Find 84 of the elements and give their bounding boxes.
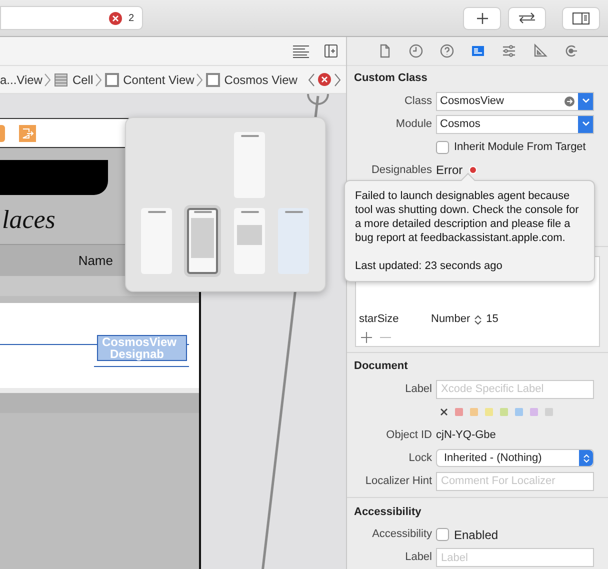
attribute-key: starSize xyxy=(359,311,431,328)
checkbox-label: Enabled xyxy=(454,526,498,544)
storyboard-thumbnail[interactable] xyxy=(187,208,218,274)
field-label: Accessibility xyxy=(371,527,433,542)
color-swatch[interactable] xyxy=(470,408,478,416)
chevron-right-icon xyxy=(95,72,104,86)
error-message: Failed to launch designables agent because tool was shutting down. Check the console for a more detailed description and please file a bug report at feedbackassistant.apple.com. xyxy=(355,189,580,245)
error-icon[interactable] xyxy=(318,73,331,86)
swap-arrows-button[interactable] xyxy=(508,6,546,30)
inherit-checkbox[interactable] xyxy=(436,140,449,154)
add-icon[interactable] xyxy=(361,332,372,344)
color-swatch[interactable] xyxy=(485,408,493,416)
dropdown-value: Inherited - (Nothing) xyxy=(444,450,543,466)
sliders-icon[interactable] xyxy=(500,43,516,59)
class-combo-field[interactable]: CosmosView xyxy=(436,92,594,110)
error-icon xyxy=(109,12,122,24)
chevron-right-icon xyxy=(196,72,204,86)
chevron-left-icon[interactable] xyxy=(307,72,315,86)
storyboard-thumbnail[interactable] xyxy=(278,208,309,274)
localizer-hint-field[interactable]: Comment For Localizer xyxy=(436,472,594,490)
field-label: Label xyxy=(404,382,433,397)
field-value: CosmosView xyxy=(440,94,505,109)
section-title: Document xyxy=(354,359,409,374)
chevron-right-icon[interactable] xyxy=(334,72,342,86)
breadcrumb-item[interactable]: Content View xyxy=(105,70,194,88)
last-updated-text: Last updated: 23 seconds ago xyxy=(355,259,504,273)
checkbox-label: Inherit Module From Target xyxy=(454,140,586,155)
column-header: Name xyxy=(78,252,113,270)
field-value: Cosmos xyxy=(440,116,482,132)
breadcrumb-item[interactable]: Cell xyxy=(54,70,94,88)
view-icon xyxy=(105,72,120,86)
view-class-label: CosmosView xyxy=(102,336,178,348)
view-icon xyxy=(206,72,220,86)
color-swatch[interactable] xyxy=(455,408,463,416)
lock-dropdown[interactable]: Inherited - (Nothing) xyxy=(436,449,594,467)
field-label: Object ID xyxy=(385,428,433,443)
field-label: Label xyxy=(404,550,433,566)
lines-icon[interactable] xyxy=(292,44,310,58)
activity-field[interactable]: 2 xyxy=(0,6,143,30)
clock-icon[interactable] xyxy=(408,43,424,59)
clear-color-icon[interactable] xyxy=(440,408,448,416)
chevron-right-icon xyxy=(44,72,52,86)
color-swatch[interactable] xyxy=(545,408,553,416)
attribute-value: 15 xyxy=(486,312,498,328)
add-button[interactable] xyxy=(463,6,501,30)
module-combo-field[interactable]: Cosmos xyxy=(436,114,594,134)
section-title: Accessibility xyxy=(354,504,422,520)
label-field[interactable]: Xcode Specific Label xyxy=(436,380,594,398)
plus-icon xyxy=(476,12,488,24)
breadcrumb-item[interactable]: Cosmos View xyxy=(206,70,298,88)
storyboard-thumbnail[interactable] xyxy=(141,208,172,274)
accessibility-label-field[interactable]: Label xyxy=(436,548,594,567)
logout-icon xyxy=(19,124,36,142)
table-cell-icon xyxy=(54,72,68,86)
color-swatch[interactable] xyxy=(530,408,538,416)
arrow-circle-icon[interactable] xyxy=(564,96,575,106)
add-editor-icon[interactable] xyxy=(324,44,338,58)
ruler-icon[interactable] xyxy=(532,43,548,59)
screen-title: laces xyxy=(2,204,56,236)
bar-button-icon xyxy=(0,124,5,142)
breadcrumb-item[interactable]: a...View xyxy=(0,70,42,88)
object-id: cjN-YQ-Gbe xyxy=(436,428,496,443)
enabled-checkbox[interactable] xyxy=(436,528,449,541)
issue-count: 2 xyxy=(128,12,134,26)
id-card-icon[interactable] xyxy=(470,43,486,59)
designables-status: Error xyxy=(436,162,463,179)
storyboard-thumbnail[interactable] xyxy=(234,132,265,198)
help-icon[interactable] xyxy=(438,43,454,59)
field-label: Lock xyxy=(408,450,433,466)
color-swatch[interactable] xyxy=(515,408,523,416)
attribute-type[interactable]: Number xyxy=(431,311,470,328)
designable-label: Designab xyxy=(109,348,166,360)
storyboard-thumbnail[interactable] xyxy=(234,208,265,274)
field-label: Designables xyxy=(370,162,433,178)
field-label: Localizer Hint xyxy=(364,474,433,489)
stepper-icon[interactable] xyxy=(579,450,593,466)
stepper-icon[interactable] xyxy=(474,314,482,325)
field-label: Module xyxy=(394,116,433,132)
swap-arrows-icon xyxy=(517,12,537,24)
section-title: Custom Class xyxy=(354,71,428,86)
sidebar-icon xyxy=(572,12,590,24)
field-label: Class xyxy=(403,94,433,109)
color-swatch[interactable] xyxy=(500,408,508,416)
inspector-toggle-button[interactable] xyxy=(562,6,600,30)
